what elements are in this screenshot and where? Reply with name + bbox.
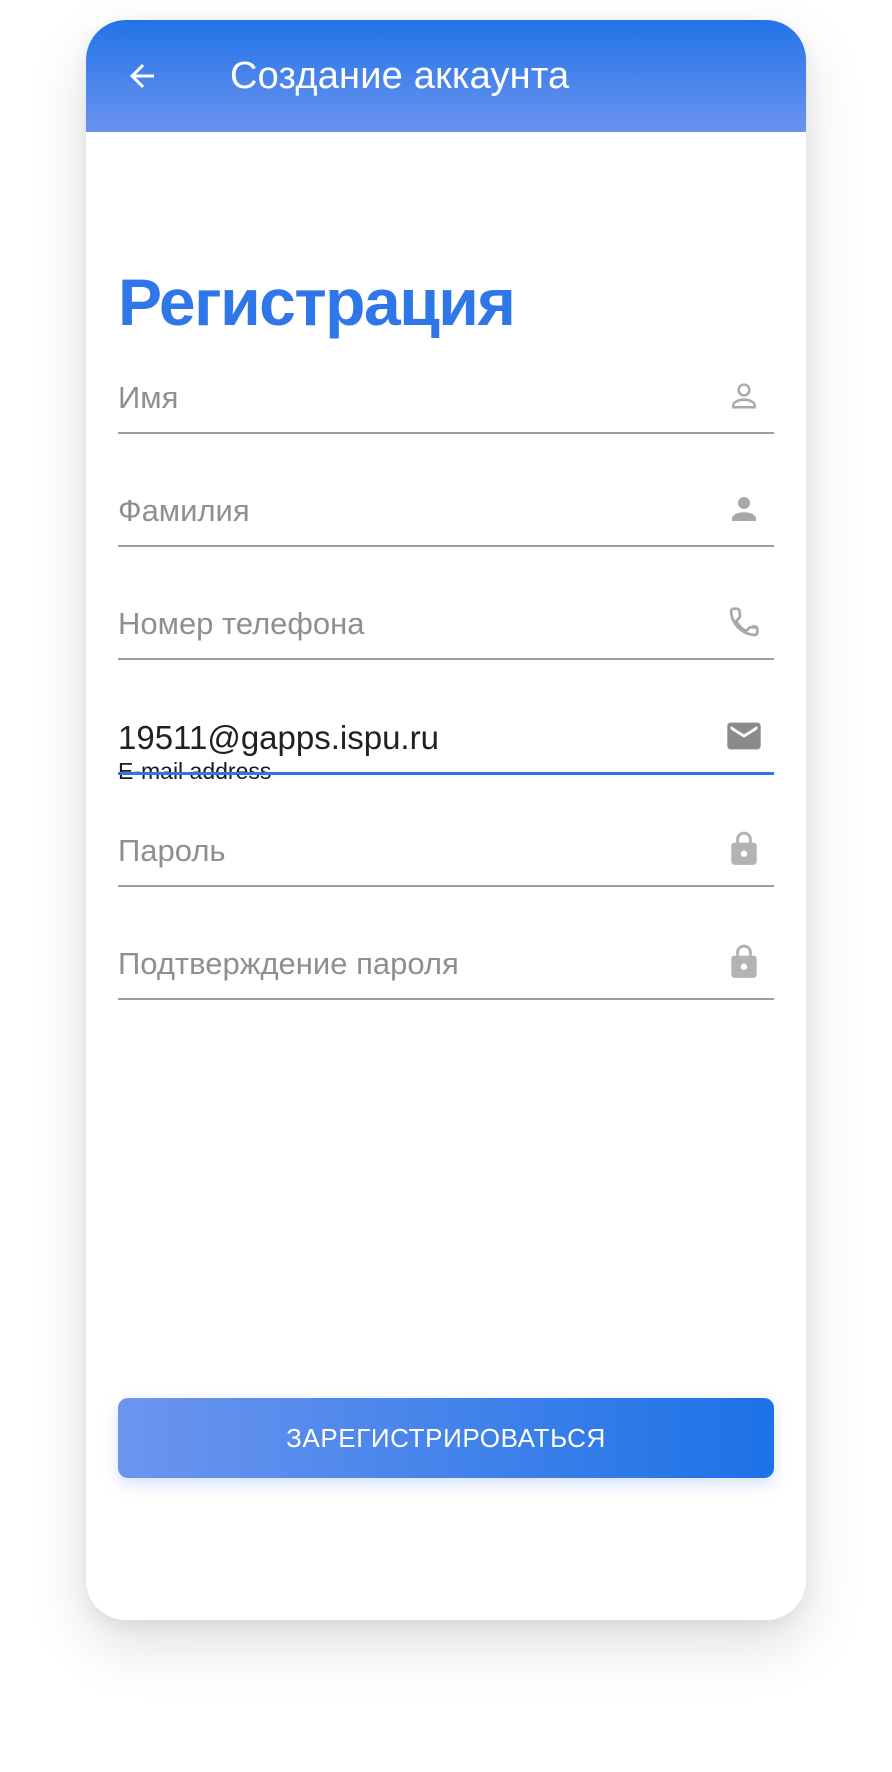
page-title: Регистрация bbox=[118, 265, 516, 339]
last-name-placeholder: Фамилия bbox=[118, 493, 250, 528]
back-button[interactable] bbox=[122, 56, 162, 96]
register-button[interactable]: ЗАРЕГИСТРИРОВАТЬСЯ bbox=[118, 1398, 774, 1478]
person-outline-icon bbox=[724, 376, 764, 416]
phone-field[interactable]: Номер телефона bbox=[118, 586, 774, 660]
person-icon bbox=[724, 489, 764, 529]
confirm-password-placeholder: Подтверждение пароля bbox=[118, 946, 459, 981]
phone-placeholder: Номер телефона bbox=[118, 606, 365, 641]
lock-icon bbox=[724, 829, 764, 869]
confirm-password-field[interactable]: Подтверждение пароля bbox=[118, 926, 774, 1000]
registration-card: Создание аккаунта Регистрация Имя Фамили… bbox=[86, 20, 806, 1620]
email-field[interactable]: 19511@gapps.ispu.ru bbox=[118, 700, 774, 775]
email-value: 19511@gapps.ispu.ru bbox=[118, 719, 439, 756]
app-bar-title: Создание аккаунта bbox=[230, 55, 570, 97]
mail-icon bbox=[724, 716, 764, 756]
first-name-field[interactable]: Имя bbox=[118, 360, 774, 434]
arrow-back-icon bbox=[130, 64, 154, 88]
app-bar: Создание аккаунта bbox=[86, 20, 806, 132]
lock-open-icon bbox=[724, 942, 764, 982]
password-field[interactable]: Пароль bbox=[118, 813, 774, 887]
last-name-field[interactable]: Фамилия bbox=[118, 473, 774, 547]
password-placeholder: Пароль bbox=[118, 833, 226, 868]
first-name-placeholder: Имя bbox=[118, 380, 179, 415]
phone-icon bbox=[724, 602, 764, 642]
